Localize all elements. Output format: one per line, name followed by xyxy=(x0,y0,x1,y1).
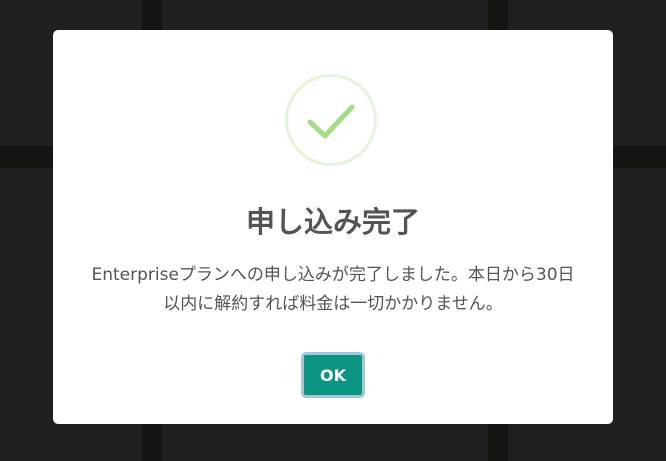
success-check-icon xyxy=(285,74,377,166)
dialog-message: Enterpriseプランへの申し込みが完了しました。本日から30日以内に解約す… xyxy=(91,265,575,314)
ok-button[interactable]: OK xyxy=(301,352,365,398)
success-dialog: 申し込み完了 Enterpriseプランへの申し込みが完了しました。本日から30… xyxy=(53,30,613,424)
page-backdrop: 申し込み完了 Enterpriseプランへの申し込みが完了しました。本日から30… xyxy=(0,0,666,461)
dialog-title: 申し込み完了 xyxy=(245,205,420,239)
